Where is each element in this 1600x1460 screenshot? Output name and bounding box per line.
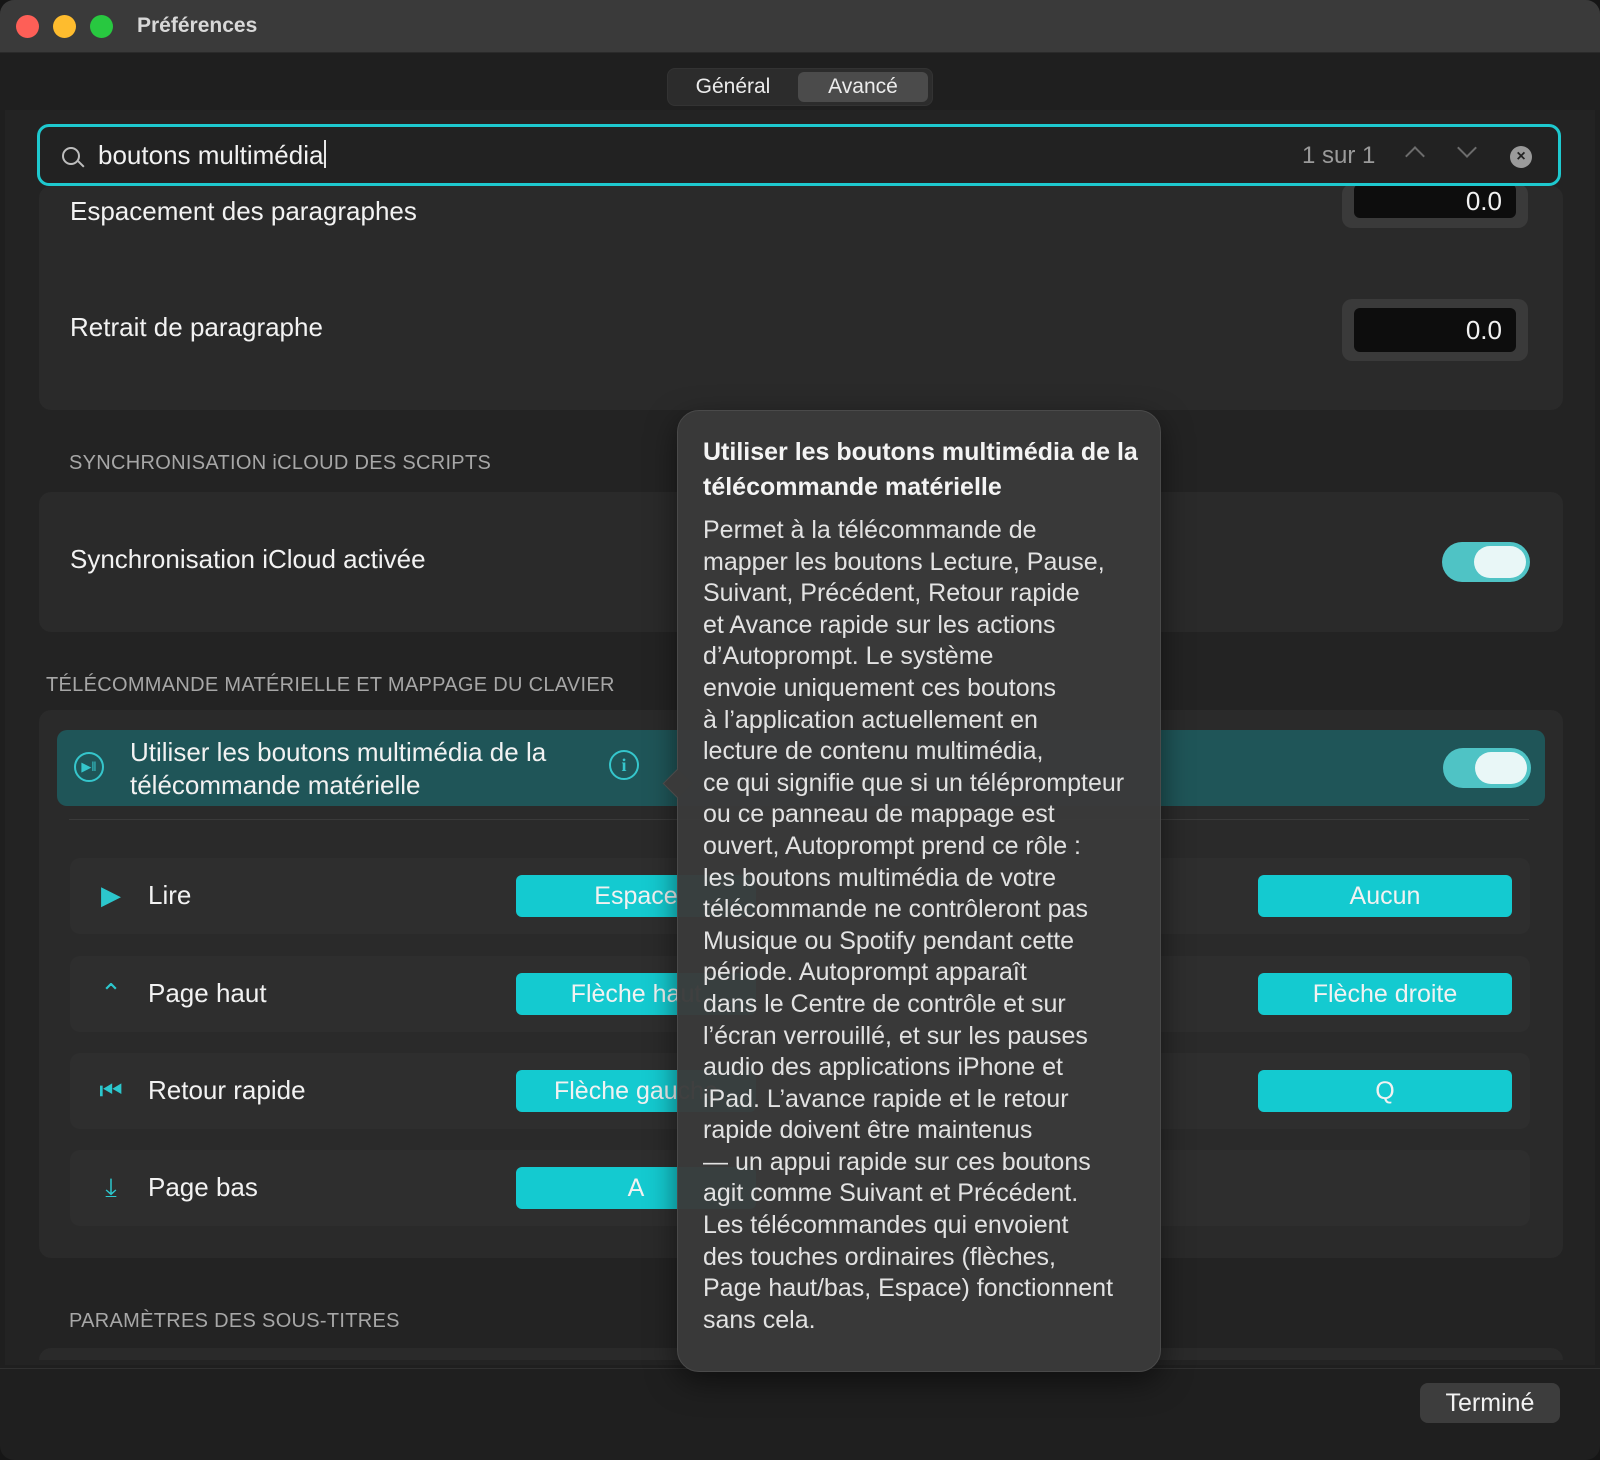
popover-title: Utiliser les boutons multimédia de la té… — [703, 438, 1138, 501]
tab-general[interactable]: Général — [671, 72, 795, 102]
popover-line: d’Autoprompt. Le système — [703, 642, 994, 671]
info-popover: Utiliser les boutons multimédia de la té… — [677, 410, 1161, 1372]
popover-line: période. Autoprompt apparaît — [703, 958, 1027, 987]
title-bar: Préférences — [0, 0, 1600, 53]
search-icon — [62, 147, 80, 165]
icloud-sync-toggle[interactable] — [1442, 542, 1530, 582]
text-caret — [324, 140, 327, 168]
popover-line: rapide doivent être maintenus — [703, 1116, 1033, 1145]
subtitles-section-header: PARAMÈTRES DES SOUS-TITRES — [69, 1310, 400, 1332]
popover-line: dans le Centre de contrôle et sur — [703, 989, 1066, 1018]
popover-line: ouvert, Autoprompt prend ce rôle : — [703, 831, 1081, 860]
media-buttons-label: Utiliser les boutons multimédia de la té… — [130, 737, 547, 800]
icloud-sync-label: Synchronisation iCloud activée — [70, 544, 426, 574]
arrow-down-icon: ⤓ — [105, 1172, 117, 1202]
mapping-label: Lire — [148, 880, 192, 910]
chevron-up-icon: ⌃ — [100, 978, 122, 1008]
popover-line: ce qui signifie que si un téléprompteur — [703, 768, 1125, 797]
popover-line: agit comme Suivant et Précédent. — [703, 1179, 1079, 1208]
popover-line: sans cela. — [703, 1305, 816, 1334]
paragraph-spacing-label: Espacement des paragraphes — [70, 196, 417, 226]
previous-match-icon[interactable] — [1405, 146, 1425, 166]
play-pause-icon: ▶‖ — [74, 752, 104, 782]
popover-line: Les télécommandes qui envoient — [703, 1211, 1069, 1240]
popover-line: — un appui rapide sur ces boutons — [703, 1147, 1091, 1176]
match-count: 1 sur 1 — [1302, 142, 1376, 169]
icloud-section-header: SYNCHRONISATION iCLOUD DES SCRIPTS — [69, 452, 492, 474]
done-button[interactable]: Terminé — [1420, 1383, 1560, 1423]
popover-line: à l’application actuellement en — [703, 705, 1038, 734]
popover-line: ou ce panneau de mappage est — [703, 800, 1055, 829]
paragraph-indent-label: Retrait de paragraphe — [70, 312, 323, 342]
key-binding-secondary[interactable]: Aucun — [1258, 875, 1512, 917]
preferences-window: Préférences Général Avancé Espacement de… — [0, 0, 1600, 1460]
popover-line: iPad. L’avance rapide et le retour — [703, 1084, 1069, 1113]
popover-line: les boutons multimédia de votre — [703, 863, 1056, 892]
remote-section-header: TÉLÉCOMMANDE MATÉRIELLE ET MAPPAGE DU CL… — [46, 674, 615, 696]
popover-line: télécommande ne contrôleront pas — [703, 895, 1088, 924]
key-binding-secondary[interactable]: Q — [1258, 1070, 1512, 1112]
clear-search-icon[interactable]: × — [1510, 146, 1532, 168]
play-icon: ▶ — [101, 880, 121, 910]
tab-switcher: Général Avancé — [667, 68, 933, 106]
close-window-button[interactable] — [16, 15, 39, 38]
popover-line: Suivant, Précédent, Retour rapide — [703, 579, 1080, 608]
minimize-window-button[interactable] — [53, 15, 76, 38]
popover-line: envoie uniquement ces boutons — [703, 673, 1057, 702]
popover-line: Musique ou Spotify pendant cette — [703, 926, 1075, 955]
popover-line: lecture de contenu multimédia, — [703, 737, 1044, 766]
window-title: Préférences — [137, 14, 258, 37]
popover-line: des touches ordinaires (flèches, — [703, 1242, 1056, 1271]
paragraph-indent-field[interactable]: 0.0 — [1342, 299, 1528, 361]
popover-line: Permet à la télécommande de — [703, 516, 1037, 544]
popover-line: mapper les boutons Lecture, Pause, — [703, 547, 1105, 576]
info-icon[interactable]: i — [609, 750, 639, 780]
zoom-window-button[interactable] — [90, 15, 113, 38]
search-bar[interactable]: boutons multimédia 1 sur 1 × — [37, 124, 1561, 186]
key-binding-secondary[interactable]: Flèche droite — [1258, 973, 1512, 1015]
popover-line: et Avance rapide sur les actions — [703, 610, 1056, 639]
next-match-icon[interactable] — [1457, 138, 1477, 158]
tab-advanced[interactable]: Avancé — [798, 72, 928, 102]
paragraph-spacing-field[interactable]: 0.0 — [1342, 184, 1528, 228]
popover-line: Page haut/bas, Espace) fonctionnent — [703, 1274, 1114, 1303]
popover-line: audio des applications iPhone et — [703, 1053, 1063, 1082]
mapping-label: Page bas — [148, 1172, 258, 1202]
search-input[interactable]: boutons multimédia — [98, 140, 327, 171]
skip-back-icon: ⏮ — [99, 1075, 123, 1105]
mapping-label: Page haut — [148, 978, 267, 1008]
popover-line: l’écran verrouillé, et sur les pauses — [703, 1021, 1088, 1050]
media-buttons-toggle[interactable] — [1443, 748, 1531, 788]
paragraph-spacing-value[interactable]: 0.0 — [1354, 184, 1516, 218]
mapping-label: Retour rapide — [148, 1075, 306, 1105]
paragraph-indent-value[interactable]: 0.0 — [1354, 308, 1516, 352]
text-settings-card: Espacement des paragraphes 0.0 Retrait d… — [39, 184, 1563, 410]
popover-body: Permet à la télécommande de mapper les bo… — [703, 515, 1148, 1336]
